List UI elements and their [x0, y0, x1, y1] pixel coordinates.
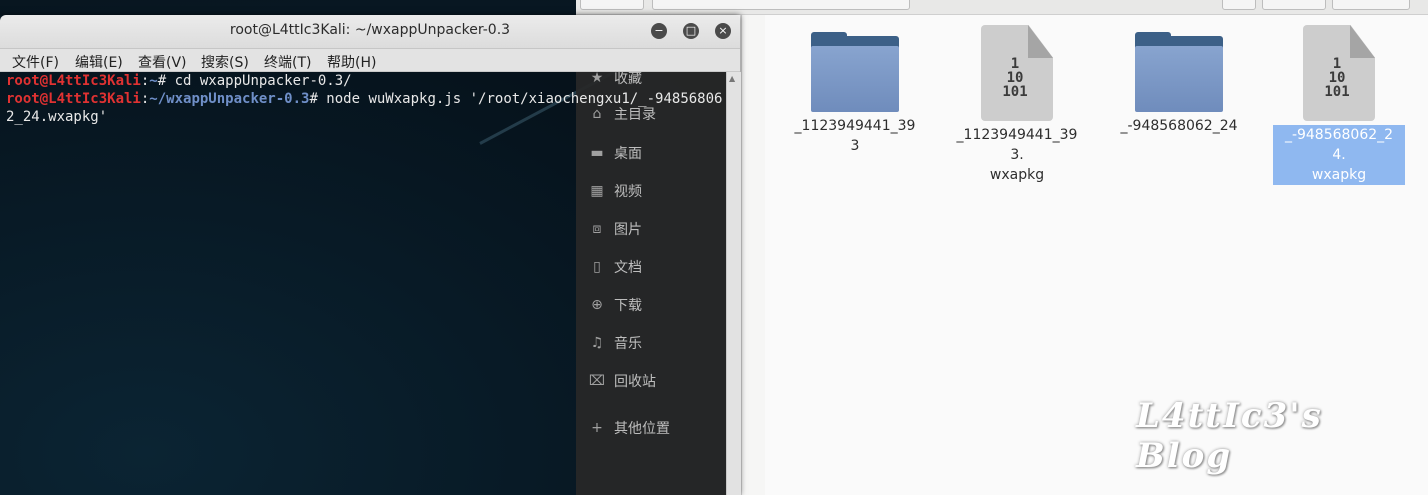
- download-icon: ⊕: [591, 297, 603, 313]
- sidebar-item-other-locations: + 其他位置: [588, 416, 670, 440]
- sidebar-item-documents: ▯ 文档: [588, 255, 642, 279]
- sidebar-item-trash: ⌧ 回收站: [588, 373, 656, 390]
- menu-help[interactable]: 帮助(H): [327, 52, 376, 72]
- folder-icon: [811, 32, 899, 112]
- file-item-folder[interactable]: _-948568062_24: [1113, 15, 1245, 136]
- terminal-output[interactable]: ★ 收藏 ⌂ 主目录 ▬ 桌面 ▦ 视频 ⧈ 图片 ▯ 文档 ⊕ 下载 ♫ 音乐 ⌧ 回收站 + 其…: [0, 72, 726, 495]
- terminal-line: root@L4ttIc3Kali:~# cd wxappUnpacker-0.3…: [6, 73, 352, 89]
- minimize-button[interactable]: −: [651, 23, 667, 39]
- sidebar-item-music: ♫ 音乐: [588, 331, 642, 355]
- scroll-up-icon[interactable]: ▲: [729, 74, 737, 83]
- translucent-sidebar: ★ 收藏 ⌂ 主目录 ▬ 桌面 ▦ 视频 ⧈ 图片 ▯ 文档 ⊕ 下载 ♫ 音乐 ⌧ 回收站 + 其…: [576, 72, 726, 495]
- terminal-menubar: 文件(F) 编辑(E) 查看(V) 搜索(S) 终端(T) 帮助(H): [0, 49, 740, 72]
- file-item-binary[interactable]: 1 10 101 _1123949441_393. wxapkg: [951, 15, 1083, 185]
- file-name: _-948568062_24. wxapkg: [1273, 125, 1405, 185]
- blog-watermark: L4ttIc3's Blog: [1136, 396, 1323, 476]
- file-manager-toolbar: [576, 0, 1428, 15]
- folder-icon: [1135, 32, 1223, 112]
- file-name: _1123949441_393. wxapkg: [956, 127, 1078, 183]
- file-name: _1123949441_393: [794, 118, 916, 154]
- terminal-titlebar[interactable]: root@L4ttIc3Kali: ~/wxappUnpacker-0.3 − …: [0, 15, 740, 49]
- menu-terminal[interactable]: 终端(T): [264, 52, 311, 72]
- file-name: _-948568062_24: [1120, 118, 1238, 134]
- video-icon: ▦: [590, 183, 604, 199]
- sidebar-item-pictures: ⧈ 图片: [588, 217, 642, 241]
- maximize-button[interactable]: □: [683, 23, 699, 39]
- file-item-folder[interactable]: _1123949441_393: [789, 15, 921, 156]
- menu-view[interactable]: 查看(V): [138, 52, 187, 72]
- sidebar-item-video: ▦ 视频: [588, 179, 642, 203]
- terminal-scrollbar[interactable]: ▲: [726, 72, 741, 495]
- toolbar-button-back[interactable]: [580, 0, 644, 10]
- sidebar-item-desktop: ▬ 桌面: [588, 141, 642, 165]
- menu-search[interactable]: 搜索(S): [201, 52, 249, 72]
- toolbar-button-view[interactable]: [1262, 0, 1326, 10]
- binary-file-icon: 1 10 101: [981, 25, 1053, 121]
- pictures-icon: ⧈: [592, 221, 602, 237]
- terminal-window: root@L4ttIc3Kali: ~/wxappUnpacker-0.3 − …: [0, 15, 741, 495]
- file-item-binary-selected[interactable]: 1 10 101 _-948568062_24. wxapkg: [1273, 15, 1405, 185]
- terminal-text: root@L4ttIc3Kali:~# cd wxappUnpacker-0.3…: [6, 72, 726, 126]
- music-icon: ♫: [590, 335, 604, 351]
- document-icon: ▯: [593, 259, 601, 275]
- path-bar[interactable]: [652, 0, 910, 10]
- window-title: root@L4ttIc3Kali: ~/wxappUnpacker-0.3: [229, 22, 511, 38]
- toolbar-button-menu[interactable]: [1332, 0, 1410, 10]
- binary-file-icon: 1 10 101: [1303, 25, 1375, 121]
- sidebar-item-downloads: ⊕ 下载: [588, 293, 642, 317]
- plus-icon: +: [591, 420, 603, 436]
- terminal-line: root@L4ttIc3Kali:~/wxappUnpacker-0.3# no…: [6, 91, 723, 125]
- toolbar-button-search[interactable]: [1222, 0, 1256, 10]
- menu-file[interactable]: 文件(F): [12, 52, 59, 72]
- desktop-icon: ▬: [590, 145, 604, 161]
- menu-edit[interactable]: 编辑(E): [75, 52, 123, 72]
- trash-icon: ⌧: [588, 373, 606, 389]
- close-button[interactable]: ×: [715, 23, 731, 39]
